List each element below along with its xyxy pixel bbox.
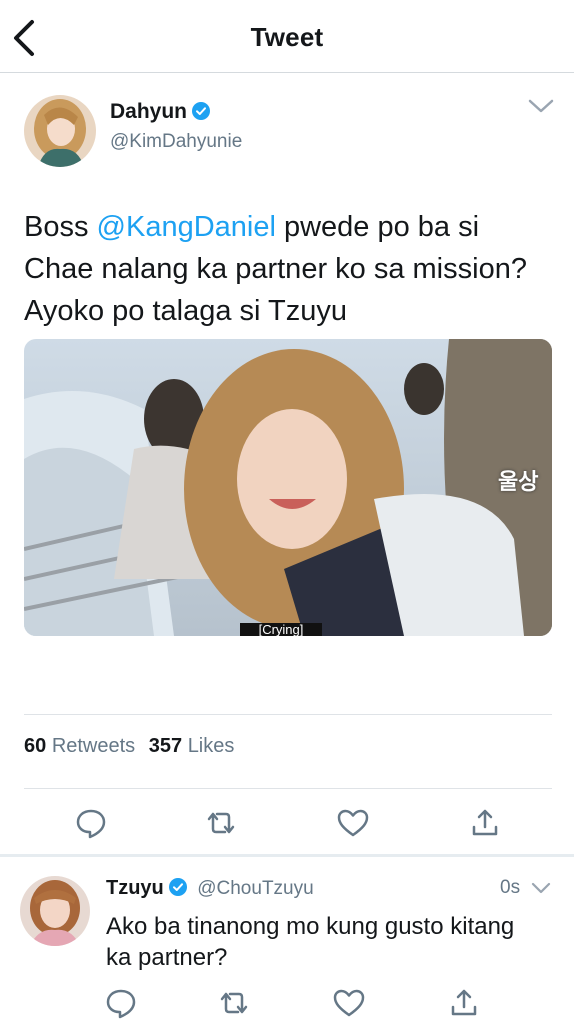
engagement-stats: 60 Retweets 357 Likes [24, 735, 234, 758]
reply-author-name[interactable]: Tzuyu [106, 877, 164, 899]
chevron-down-icon[interactable] [527, 96, 555, 116]
reply-time: 0s [500, 877, 521, 898]
retweet-icon[interactable] [216, 985, 252, 1021]
tweet-image[interactable] [24, 339, 552, 636]
verified-badge-icon [168, 878, 187, 896]
retweets-label[interactable]: Retweets [52, 735, 135, 757]
mention-link[interactable]: @KangDaniel [97, 211, 276, 243]
reply-author-handle: @ChouTzuyu [197, 878, 314, 899]
reply-icon[interactable] [103, 985, 139, 1021]
likes-count[interactable]: 357 [149, 735, 182, 757]
share-icon[interactable] [467, 805, 503, 841]
author-handle: @KimDahyunie [110, 131, 243, 152]
avatar[interactable] [20, 876, 90, 946]
chevron-down-icon[interactable] [530, 880, 552, 896]
reply-text: Ako ba tinanong mo kung gusto kitang ka … [106, 913, 515, 971]
retweet-icon[interactable] [203, 805, 239, 841]
page-title: Tweet [250, 22, 324, 52]
share-icon[interactable] [446, 985, 482, 1021]
verified-badge-icon [192, 102, 211, 120]
image-caption: 울상 [498, 469, 539, 494]
section-separator [0, 854, 574, 857]
divider [24, 714, 552, 715]
retweets-count[interactable]: 60 [24, 735, 46, 757]
tweet-text: Boss @KangDaniel pwede po ba si Chae nal… [24, 206, 554, 332]
tweet-text-part: Boss [24, 211, 97, 243]
divider [24, 788, 552, 789]
like-icon[interactable] [331, 985, 367, 1021]
like-icon[interactable] [335, 805, 371, 841]
likes-label[interactable]: Likes [188, 735, 235, 757]
reply-author-row: Tzuyu @ChouTzuyu [106, 877, 314, 900]
author-row: Dahyun [110, 100, 211, 124]
reply-icon[interactable] [73, 805, 109, 841]
image-subtitle: [Crying] [240, 623, 322, 636]
author-name[interactable]: Dahyun [110, 100, 187, 123]
avatar[interactable] [24, 95, 96, 167]
